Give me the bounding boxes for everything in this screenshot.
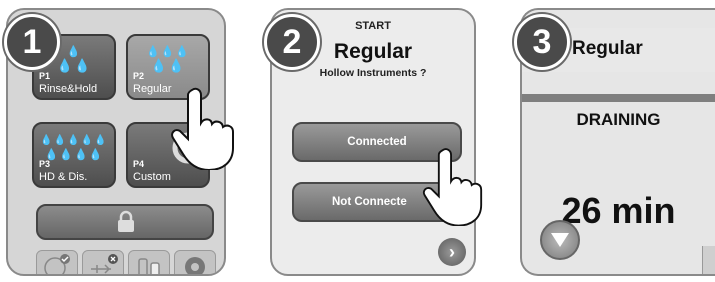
progress-bar xyxy=(522,94,715,102)
bottom-icon-row xyxy=(36,250,224,274)
program-name: HD & Dis. xyxy=(39,171,88,183)
globe-check-icon[interactable] xyxy=(36,250,78,274)
water-drops-icon: 💧💧💧 💧💧 xyxy=(145,46,191,73)
cycle-status: DRAINING xyxy=(576,110,661,129)
gear-info-icon[interactable] xyxy=(174,250,216,274)
program-name: Custom xyxy=(133,171,171,183)
pointing-hand-icon xyxy=(422,148,483,226)
step-number-badge: 1 xyxy=(4,14,60,70)
program-tile-p3[interactable]: 💧💧💧💧💧 💧💧💧💧 P3 HD & Dis. xyxy=(32,122,116,188)
step-number-badge: 2 xyxy=(264,14,320,70)
program-number: P1 xyxy=(39,71,51,81)
program-name: Regular xyxy=(133,83,172,95)
step-number-badge: 3 xyxy=(514,14,570,70)
program-number: P4 xyxy=(133,159,145,169)
question-text: Hollow Instruments ? xyxy=(319,67,427,79)
program-name: Rinse&Hold xyxy=(39,83,98,95)
water-drops-icon: 💧💧💧💧💧 💧💧💧💧 xyxy=(40,135,108,161)
down-triangle-icon[interactable] xyxy=(540,220,580,260)
program-number: P3 xyxy=(39,159,51,169)
pointing-hand-icon xyxy=(171,87,234,170)
bottles-icon[interactable] xyxy=(128,250,170,274)
program-title: Regular xyxy=(572,38,643,59)
lock-button[interactable] xyxy=(36,204,214,240)
program-number: P2 xyxy=(133,71,145,81)
scrollbar[interactable] xyxy=(702,246,715,274)
usb-error-icon[interactable] xyxy=(82,250,124,274)
chevron-right-icon[interactable]: › xyxy=(438,238,466,266)
lock-icon xyxy=(118,210,134,232)
